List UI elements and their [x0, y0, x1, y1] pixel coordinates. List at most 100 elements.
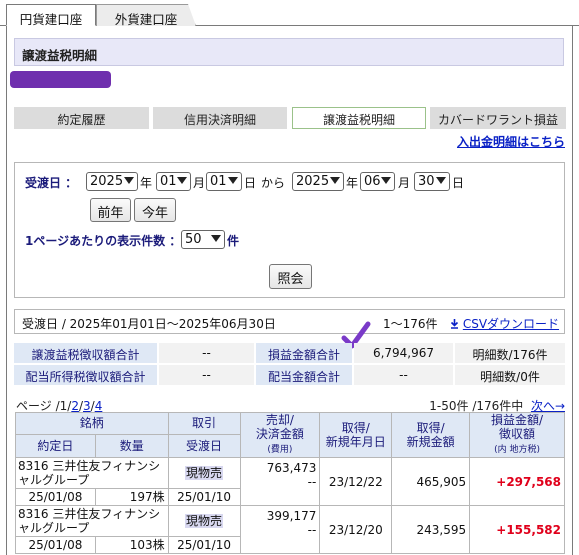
day-unit: 日 [452, 176, 465, 190]
page-current: 1 [59, 399, 68, 413]
subtab-covered-warrant[interactable]: カバードワラント損益 [430, 107, 566, 129]
header-sale-line2: 決済金額 [255, 427, 304, 441]
to-day-select[interactable]: 30 [414, 172, 450, 191]
subtab-trade-history[interactable]: 約定履歴 [14, 107, 149, 129]
per-page-label: 1ページあたりの表示件数 ： [25, 234, 182, 248]
detail-count: 明細数/0件 [455, 365, 565, 385]
chevron-down-icon [211, 235, 221, 242]
from-day-select[interactable]: 01 [206, 172, 242, 191]
per-page-unit: 件 [227, 234, 240, 248]
to-month-select[interactable]: 06 [360, 172, 395, 191]
header-pl-line2: 徴収額 [499, 427, 536, 441]
header-sale: 売却/決済金額 (費用) [239, 412, 321, 458]
per-page-value: 50 [185, 232, 202, 247]
header-contract-date: 約定日 [15, 433, 96, 459]
month-unit: 月 [193, 176, 206, 190]
csv-download-link[interactable]: CSVダウンロード [450, 315, 559, 332]
security-name[interactable]: 8316 三井住友フィナンシャルグループ [15, 457, 169, 489]
header-acq-date-line2: 新規年月日 [325, 435, 386, 449]
filter-panel: 受渡日 ： 2025 年 01 月 01 日 から 2025 年 06 月 30… [14, 162, 565, 298]
quantity: 197株 [94, 488, 169, 506]
from-year-select[interactable]: 2025 [86, 172, 138, 191]
header-pl: 損益金額/徴収額 (内 地方税) [469, 412, 565, 458]
header-sale-line1: 売却/ [265, 413, 294, 427]
chevron-down-icon [381, 177, 391, 184]
total-tax-label: 譲渡益税徴収額合計 [14, 343, 157, 363]
header-pl-sub: (内 地方税) [494, 445, 540, 455]
to-year-select[interactable]: 2025 [292, 172, 344, 191]
chevron-down-icon [228, 177, 238, 184]
totals-row: 譲渡益税徴収額合計 -- 損益金額合計 6,794,967 明細数/176件 [14, 343, 565, 363]
trade-kind: 現物売 [167, 505, 241, 537]
cost-value: -- [307, 475, 317, 489]
subtab-capital-gains-tax[interactable]: 譲渡益税明細 [292, 107, 426, 129]
from-year-value: 2025 [90, 174, 124, 189]
sale-value: 763,473 [266, 461, 317, 475]
csv-download-label: CSVダウンロード [462, 317, 560, 331]
prev-year-button[interactable]: 前年 [90, 198, 131, 222]
dividend-tax-value: -- [159, 365, 254, 385]
chevron-down-icon [330, 177, 340, 184]
acq-amount: 465,905 [391, 457, 471, 506]
profit-loss: +297,568 [469, 457, 565, 506]
result-summary: 受渡日 / 2025年01月01日〜2025年06月30日 1〜176件 CSV… [14, 309, 565, 334]
header-security: 銘柄 [15, 412, 169, 435]
pager-prefix: ページ / [16, 399, 60, 413]
page-link-4[interactable]: 4 [95, 399, 103, 413]
acq-amount: 243,595 [391, 505, 471, 554]
from-month-value: 01 [160, 174, 177, 189]
header-acq-amount-line2: 新規金額 [406, 435, 455, 449]
trade-kind: 現物売 [167, 457, 241, 489]
kara-label: から [261, 176, 286, 190]
to-year-value: 2025 [296, 174, 330, 189]
header-pl-line1: 損益金額/ [491, 413, 544, 427]
transactions-table: 銘柄 取引 売却/決済金額 (費用) 取得/新規年月日 取得/新規金額 損益金額/… [15, 412, 565, 554]
month-unit: 月 [398, 176, 411, 190]
subtab-margin-settlement[interactable]: 信用決済明細 [153, 107, 287, 129]
account-tabs: 円貨建口座 外貨建口座 [0, 0, 579, 27]
dividend-tax-label: 配当所得税徴収額合計 [14, 365, 157, 385]
chevron-down-icon [124, 177, 134, 184]
page-link-2[interactable]: 2 [71, 399, 79, 413]
total-pl-label: 損益金額合計 [256, 343, 352, 363]
from-month-select[interactable]: 01 [156, 172, 191, 191]
redacted-bar [10, 71, 111, 88]
total-pl-value: 6,794,967 [354, 343, 453, 363]
quantity: 103株 [94, 536, 169, 554]
next-page-link[interactable]: 次へ→ [531, 399, 565, 413]
header-acq-date: 取得/新規年月日 [319, 412, 393, 458]
page-link-3[interactable]: 3 [83, 399, 91, 413]
query-button[interactable]: 照会 [269, 264, 312, 289]
result-count: 1〜176件 [383, 317, 438, 331]
page-range-text: 1-50件 /176件中 [429, 399, 524, 413]
cost-value: -- [307, 523, 317, 537]
page-title: 譲渡益税明細 [14, 38, 564, 66]
to-day-value: 30 [418, 174, 435, 189]
totals-row: 配当所得税徴収額合計 -- 配当金額合計 -- 明細数/0件 [14, 365, 565, 385]
this-year-button[interactable]: 今年 [134, 198, 176, 222]
date-range-text: 受渡日 / 2025年01月01日〜2025年06月30日 [22, 317, 276, 331]
deposit-history-link[interactable]: 入出金明細はこちら [457, 133, 565, 150]
per-page-select[interactable]: 50 [181, 230, 225, 249]
trade-kind-label: 現物売 [185, 466, 224, 480]
sale-amount: 399,177 -- [239, 505, 321, 554]
table-row: 8316 三井住友フィナンシャルグループ 現物売 399,177 -- 23/12… [15, 505, 565, 554]
tab-yen-account[interactable]: 円貨建口座 [6, 4, 96, 27]
delivery-date: 25/01/10 [167, 536, 241, 554]
contract-date: 25/01/08 [15, 488, 96, 506]
acq-date: 23/12/20 [319, 505, 393, 554]
table-row: 8316 三井住友フィナンシャルグループ 現物売 763,473 -- 23/12… [15, 457, 565, 506]
delivery-date: 25/01/10 [167, 488, 241, 506]
chevron-down-icon [177, 177, 187, 184]
header-quantity: 数量 [94, 433, 169, 459]
header-acq-date-line1: 取得/ [341, 421, 370, 435]
dividend-total-label: 配当金額合計 [256, 365, 352, 385]
detail-count: 明細数/176件 [455, 343, 565, 363]
header-sale-sub: (費用) [267, 445, 293, 455]
trade-kind-label: 現物売 [185, 514, 224, 528]
security-name[interactable]: 8316 三井住友フィナンシャルグループ [15, 505, 169, 537]
total-tax-value: -- [159, 343, 254, 363]
header-acq-amount: 取得/新規金額 [391, 412, 471, 458]
from-day-value: 01 [210, 174, 227, 189]
tab-foreign-account[interactable]: 外貨建口座 [96, 4, 196, 26]
